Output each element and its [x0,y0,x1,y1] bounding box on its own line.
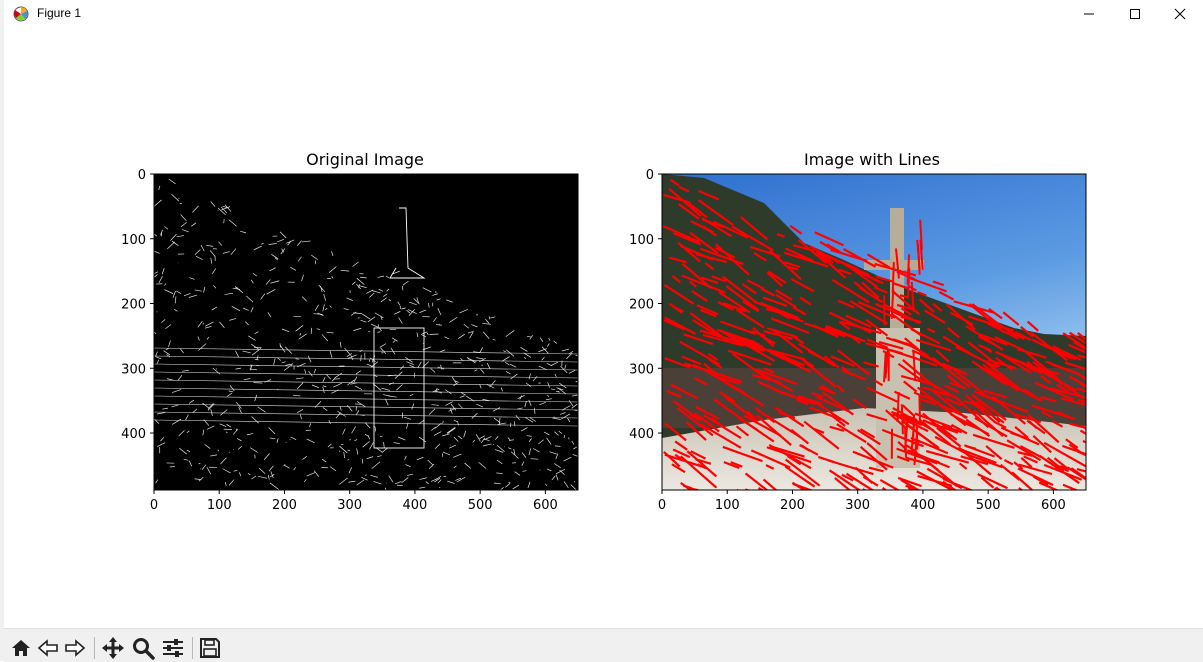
configure-subplots-button[interactable] [160,635,186,661]
subplot-2-y-tick-label: 400 [629,427,654,442]
subplot-2-y-tick-label: 200 [629,298,654,313]
edge-image-background [154,174,578,490]
subplot-2-x-tick-label: 400 [911,498,936,513]
subplot-1-y-tick-label: 400 [121,427,146,442]
zoom-icon [131,636,155,660]
subplot-1-y-tick-label: 200 [121,298,146,313]
navigation-toolbar [4,628,1203,662]
matplotlib-app-icon [12,5,30,23]
window-title: Figure 1 [37,6,81,20]
toolbar-separator [192,637,193,659]
save-icon [199,637,221,659]
home-icon [10,637,32,659]
back-icon [37,637,59,659]
close-icon [1174,8,1186,20]
toolbar-separator [94,637,95,659]
subplot-1-y-tick-label: 300 [121,362,146,377]
save-button[interactable] [197,635,223,661]
back-button[interactable] [35,635,61,661]
subplot-1-x-tick-label: 0 [150,498,158,513]
subplot-1-x-tick-label: 200 [272,498,297,513]
configure-subplots-icon [161,636,185,660]
subplot-2-x-tick-label: 100 [715,498,740,513]
pan-icon [101,636,125,660]
title-bar: Figure 1 [4,0,1203,28]
subplot-2-x-tick-label: 300 [845,498,870,513]
forward-button[interactable] [62,635,88,661]
maximize-button[interactable] [1112,0,1158,28]
subplot-1-x-tick-label: 400 [403,498,428,513]
figure-canvas[interactable]: Original Image Image with Lines 0 100 200 3… [4,28,1203,628]
subplot-2-x-tick-label: 0 [658,498,666,513]
pan-button[interactable] [100,635,126,661]
maximize-icon [1129,8,1141,20]
subplot-2-axes: 0 100 200 300 400 500 600 0 100 200 300 400 [629,168,1121,514]
forward-icon [64,637,86,659]
subplot-2-x-tick-label: 200 [780,498,805,513]
subplot-1-y-tick-label: 0 [138,168,146,183]
subplot-1-x-tick-label: 300 [337,498,362,513]
subplot-1-axes: 0 100 200 300 400 500 600 0 100 200 300 400 [121,168,582,513]
subplot-1-x-tick-label: 600 [533,498,558,513]
minimize-icon [1083,8,1095,20]
subplot-2-title: Image with Lines [804,150,940,169]
subplot-2-y-tick-label: 100 [629,233,654,248]
subplot-1-x-tick-label: 100 [207,498,232,513]
subplot-1-y-tick-label: 100 [121,233,146,248]
subplot-2-y-tick-label: 300 [629,362,654,377]
zoom-button[interactable] [130,635,156,661]
photo-image [662,174,1121,514]
subplot-2-y-tick-label: 0 [646,168,654,183]
home-button[interactable] [8,635,34,661]
subplot-1-title: Original Image [306,150,424,169]
subplot-1-x-tick-label: 500 [468,498,493,513]
minimize-button[interactable] [1066,0,1112,28]
subplot-2-x-tick-label: 500 [976,498,1001,513]
figure-svg: Original Image Image with Lines 0 100 200 3… [4,28,1203,628]
close-button[interactable] [1157,0,1203,28]
subplot-2-x-tick-label: 600 [1041,498,1066,513]
